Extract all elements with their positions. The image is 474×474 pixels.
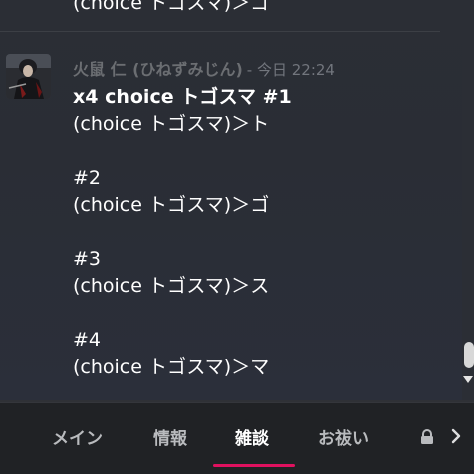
tab-bar-border bbox=[0, 402, 474, 403]
channel-tab-bar: メイン 情報 雑談 お祓い bbox=[0, 402, 474, 474]
tab-main[interactable]: メイン bbox=[52, 424, 103, 449]
scrollbar-thumb[interactable] bbox=[464, 342, 474, 368]
active-tab-indicator bbox=[213, 464, 295, 467]
lock-icon[interactable] bbox=[420, 429, 434, 445]
avatar-image bbox=[6, 54, 51, 99]
timestamp: - 今日 22:24 bbox=[246, 61, 335, 79]
scroll-down-arrow-icon[interactable] bbox=[463, 376, 473, 383]
message-line bbox=[73, 300, 292, 327]
chevron-right-icon bbox=[451, 428, 461, 444]
vertical-scrollbar[interactable] bbox=[462, 0, 474, 400]
avatar[interactable] bbox=[6, 54, 51, 99]
message-line: #4 bbox=[73, 329, 102, 351]
message-line: (choice トゴスマ)＞ス bbox=[73, 275, 270, 297]
message-line: #3 bbox=[73, 248, 102, 270]
message-line: x4 choice トゴスマ #1 bbox=[73, 86, 292, 108]
tab-oharai[interactable]: お祓い bbox=[318, 424, 369, 449]
message-line: #2 bbox=[73, 167, 102, 189]
message-header: 火鼠 仁 (ひねずみじん) - 今日 22:24 bbox=[73, 56, 335, 80]
message-line: (choice トゴスマ)＞ゴ bbox=[73, 194, 270, 216]
message-divider bbox=[0, 31, 440, 32]
message-line bbox=[73, 138, 292, 165]
tab-next-button[interactable] bbox=[445, 422, 467, 450]
chat-log: (choice トゴスマ)＞ゴ 火鼠 仁 (ひねずみじん) - 今日 22:24 … bbox=[0, 0, 462, 400]
message-line: (choice トゴスマ)＞マ bbox=[73, 356, 270, 378]
message-body: x4 choice トゴスマ #1 (choice トゴスマ)＞ト #2 (ch… bbox=[73, 84, 292, 381]
message-line: (choice トゴスマ)＞ト bbox=[73, 113, 270, 135]
tab-chat[interactable]: 雑談 bbox=[235, 424, 269, 449]
author-name[interactable]: 火鼠 仁 (ひねずみじん) bbox=[73, 60, 243, 79]
message-line bbox=[73, 219, 292, 246]
previous-message-line: (choice トゴスマ)＞ゴ bbox=[73, 0, 270, 14]
tab-info[interactable]: 情報 bbox=[153, 424, 187, 449]
